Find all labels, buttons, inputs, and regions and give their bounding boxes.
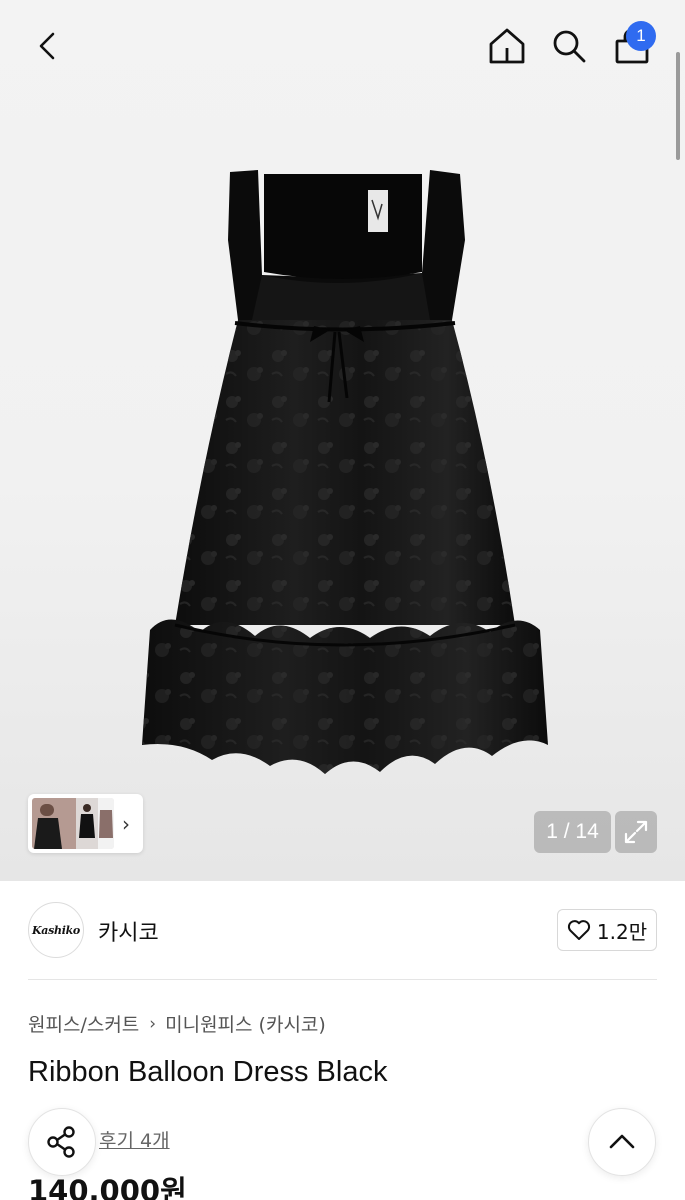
chevron-left-icon bbox=[39, 32, 55, 60]
scrollbar[interactable] bbox=[676, 52, 680, 160]
search-icon bbox=[553, 30, 586, 63]
brand-logo-text: Kashiko bbox=[32, 923, 80, 937]
chevron-right-icon: › bbox=[122, 811, 130, 836]
breadcrumb-separator: › bbox=[149, 1013, 157, 1034]
like-button[interactable]: 1.2만 bbox=[557, 909, 657, 951]
like-count: 1.2만 bbox=[596, 919, 648, 944]
thumbnail-strip-button[interactable]: › bbox=[28, 794, 143, 853]
divider bbox=[28, 979, 657, 980]
home-icon bbox=[489, 28, 525, 64]
image-counter: 1 / 14 bbox=[534, 811, 611, 853]
share-icon bbox=[47, 1126, 75, 1158]
top-navigation-bar: 1 bbox=[0, 0, 685, 92]
product-main-image bbox=[142, 170, 548, 774]
product-image-gallery[interactable]: 1 › 1 / 14 bbox=[0, 0, 685, 881]
home-button[interactable] bbox=[481, 20, 533, 72]
search-button[interactable] bbox=[543, 20, 595, 72]
scroll-to-top-button[interactable] bbox=[588, 1108, 656, 1176]
expand-image-button[interactable] bbox=[615, 811, 657, 853]
heart-outline-icon bbox=[567, 920, 590, 940]
breadcrumb-item-subcategory[interactable]: 미니원피스 (카시코) bbox=[165, 1010, 326, 1037]
share-button[interactable] bbox=[28, 1108, 96, 1176]
review-count-link[interactable]: 후기 4개 bbox=[99, 1126, 170, 1153]
chevron-up-icon bbox=[609, 1134, 635, 1149]
brand-row: Kashiko 카시코 1.2만 bbox=[28, 902, 657, 958]
breadcrumb-item-category[interactable]: 원피스/스커트 bbox=[28, 1010, 139, 1037]
brand-name[interactable]: 카시코 bbox=[98, 915, 159, 947]
breadcrumb: 원피스/스커트 › 미니원피스 (카시코) bbox=[28, 1010, 326, 1037]
thumbnail-image bbox=[32, 798, 114, 849]
expand-icon bbox=[624, 820, 648, 844]
brand-logo[interactable]: Kashiko bbox=[28, 902, 84, 958]
product-title: Ribbon Balloon Dress Black bbox=[28, 1056, 388, 1088]
back-button[interactable] bbox=[22, 20, 74, 72]
product-price: 140,000원 bbox=[28, 1174, 187, 1200]
cart-count-badge: 1 bbox=[626, 21, 656, 51]
